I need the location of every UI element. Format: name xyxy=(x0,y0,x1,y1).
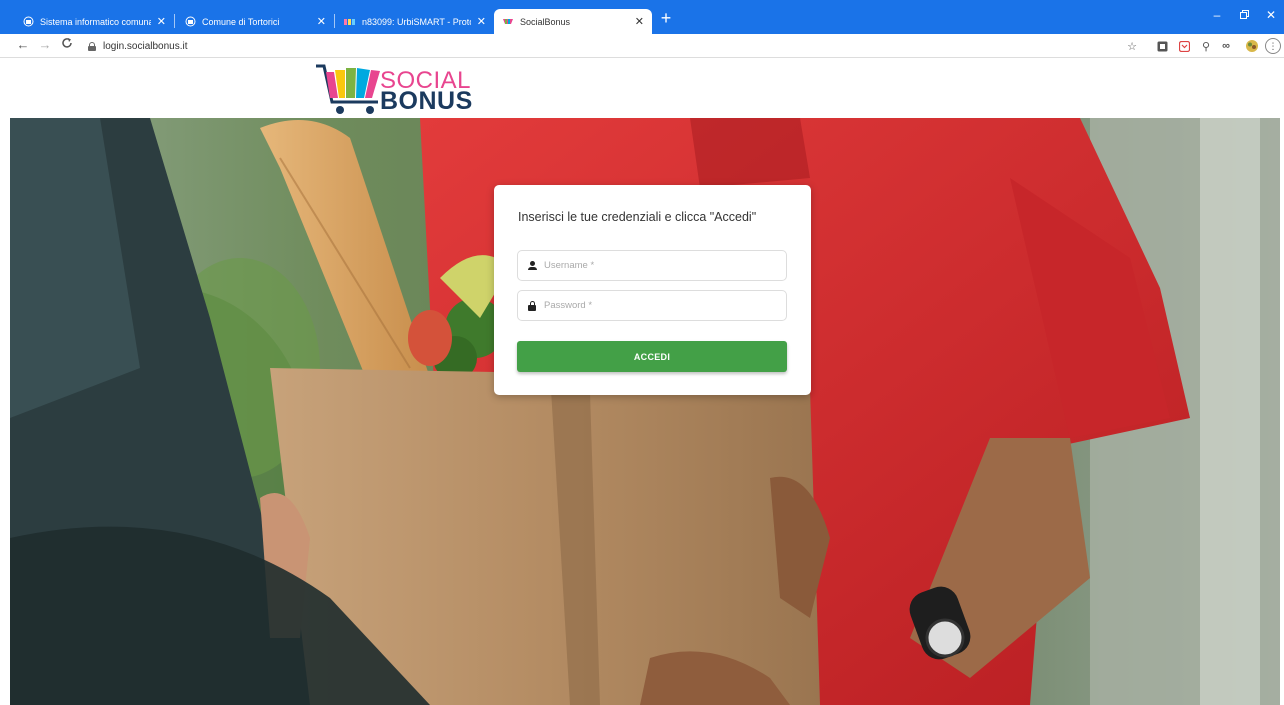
bookmark-star-icon[interactable]: ☆ xyxy=(1124,38,1140,54)
browser-tab-strip: Sistema informatico comunale - ✕ Comune … xyxy=(0,0,1284,34)
socialbonus-icon xyxy=(502,16,514,28)
tab-sistema-informatico[interactable]: Sistema informatico comunale - ✕ xyxy=(14,9,174,34)
tab-label: Sistema informatico comunale - xyxy=(40,16,151,27)
tab-label: Comune di Tortorici xyxy=(202,16,280,27)
login-title: Inserisci le tue credenziali e clicca "A… xyxy=(518,210,757,224)
lock-icon xyxy=(528,300,536,311)
minimize-icon[interactable]: – xyxy=(1207,8,1227,22)
password-input[interactable] xyxy=(544,300,774,311)
menu-kebab-icon[interactable]: ⋮ xyxy=(1265,38,1281,54)
extension-icon[interactable] xyxy=(1154,38,1170,54)
close-icon[interactable]: ✕ xyxy=(477,15,486,28)
reload-icon[interactable] xyxy=(58,37,76,52)
city-icon xyxy=(22,16,34,28)
tab-urbismart[interactable]: n83099: UrbiSMART - Protocollo ✕ xyxy=(336,9,494,34)
login-button[interactable]: ACCEDI xyxy=(517,341,787,372)
address-url: login.socialbonus.it xyxy=(103,40,188,52)
login-card: Inserisci le tue credenziali e clicca "A… xyxy=(494,185,811,395)
tab-divider xyxy=(174,14,175,28)
location-pin-icon[interactable]: ⚲ xyxy=(1198,38,1214,54)
username-field[interactable] xyxy=(517,250,787,281)
lock-icon xyxy=(88,41,96,51)
close-icon[interactable]: ✕ xyxy=(157,15,166,28)
password-field[interactable] xyxy=(517,290,787,321)
socialbonus-logo[interactable]: SOCIAL BONUS xyxy=(314,60,484,116)
glasses-icon[interactable]: ∞ xyxy=(1218,38,1234,54)
new-tab-button[interactable]: + xyxy=(656,9,676,29)
back-arrow-icon[interactable]: ← xyxy=(14,37,32,52)
tab-socialbonus[interactable]: SocialBonus ✕ xyxy=(494,9,652,34)
forward-arrow-icon[interactable]: → xyxy=(36,37,54,52)
cart-icon xyxy=(316,64,380,114)
close-icon[interactable]: ✕ xyxy=(635,15,644,28)
site-header: SOCIAL BONUS xyxy=(0,58,1284,118)
close-icon[interactable]: ✕ xyxy=(317,15,326,28)
username-input[interactable] xyxy=(544,260,774,271)
urbismart-icon xyxy=(344,16,356,28)
maximize-icon[interactable] xyxy=(1234,8,1254,22)
logo-text-bonus: BONUS xyxy=(380,87,473,115)
browser-toolbar: ← → login.socialbonus.it ☆ ⚲ ∞ ⋮ xyxy=(0,34,1284,58)
address-bar[interactable]: login.socialbonus.it xyxy=(84,36,1114,56)
tab-comune-di-tortorici[interactable]: Comune di Tortorici ✕ xyxy=(176,9,334,34)
pocket-icon[interactable] xyxy=(1176,38,1192,54)
city-icon xyxy=(184,16,196,28)
tab-label: SocialBonus xyxy=(520,16,571,27)
tab-label: n83099: UrbiSMART - Protocollo xyxy=(362,16,471,27)
profile-avatar-icon[interactable] xyxy=(1244,38,1260,54)
close-window-icon[interactable]: ✕ xyxy=(1261,8,1281,22)
tab-divider xyxy=(334,14,335,28)
user-icon xyxy=(528,261,537,270)
